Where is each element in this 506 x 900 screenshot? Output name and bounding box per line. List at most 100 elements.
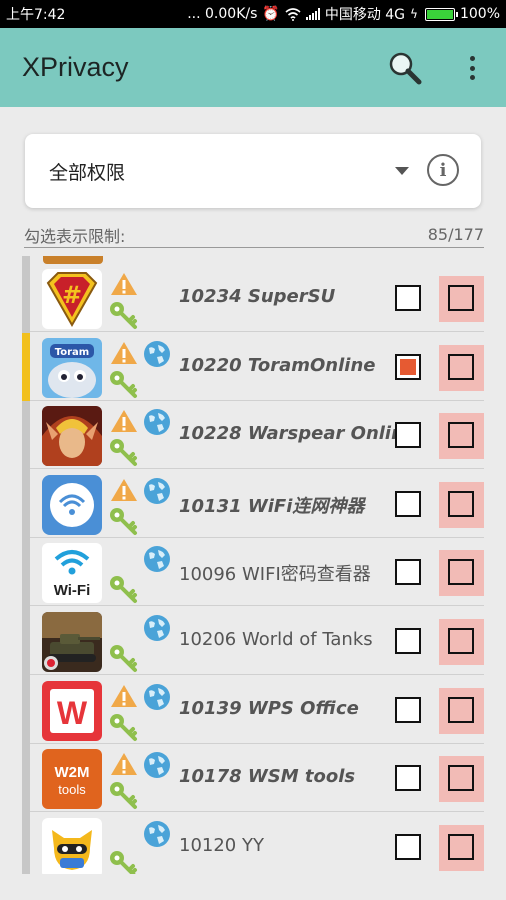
info-icon[interactable]: i	[427, 154, 459, 186]
list-item[interactable]: W 10139 WPS Office	[22, 675, 484, 744]
list-item[interactable]: 10131 WiFi连网神器	[22, 469, 484, 538]
warning-icon	[110, 752, 138, 776]
svg-text:Wi-Fi: Wi-Fi	[54, 582, 91, 599]
row-indicator-bar	[22, 264, 30, 332]
list-header-label: 勾选表示限制:	[24, 226, 126, 246]
key-icon	[108, 780, 138, 810]
app-icon	[42, 406, 102, 467]
restrict-all-checkbox[interactable]	[448, 833, 474, 860]
svg-text:W: W	[57, 695, 88, 731]
app-list[interactable]: #10234 SuperSU Toram 10220 ToramOnline 1022…	[22, 256, 484, 874]
restrict-checkbox[interactable]	[395, 833, 421, 860]
list-item[interactable]: 10120 YY	[22, 812, 484, 874]
app-label[interactable]: 10206 World of Tanks	[179, 629, 373, 650]
restrict-all-checkbox[interactable]	[448, 490, 474, 517]
key-icon	[108, 574, 138, 604]
battery-icon	[424, 7, 458, 21]
row-indicator-bar	[22, 332, 30, 401]
restrict-checkbox[interactable]	[395, 490, 421, 517]
restrict-all-checkbox[interactable]	[448, 559, 474, 586]
warning-icon	[110, 684, 138, 708]
app-label[interactable]: 10131 WiFi连网神器	[179, 492, 364, 518]
app-label[interactable]: 10234 SuperSU	[179, 286, 335, 307]
battery-percent: 100%	[459, 6, 500, 22]
app-label[interactable]: 10120 YY	[179, 835, 264, 856]
charging-icon: ϟ	[410, 7, 418, 21]
app-icon: W	[42, 680, 102, 741]
globe-icon	[143, 340, 171, 368]
row-indicator-bar	[22, 607, 30, 675]
restrict-checkbox[interactable]	[395, 628, 421, 654]
app-label[interactable]: 10096 WIFI密码查看器	[179, 560, 371, 586]
list-item[interactable]: 10228 Warspear Online	[22, 401, 484, 470]
app-icon	[42, 817, 102, 874]
globe-icon	[143, 683, 171, 711]
list-item[interactable]: Wi-Fi 10096 WIFI密码查看器	[22, 538, 484, 607]
restriction-selected: 全部权限	[49, 161, 126, 184]
warning-icon	[110, 409, 138, 433]
list-header-count: 85/177	[427, 225, 484, 244]
globe-icon	[143, 408, 171, 436]
app-icon: W2M tools	[42, 749, 102, 810]
row-indicator-bar	[22, 675, 30, 744]
status-bar: 上午7:42 ... 0.00K/s ⏰ 中国移动 4G ϟ 100%	[0, 0, 506, 28]
key-icon	[108, 369, 138, 399]
restrict-all-checkbox[interactable]	[448, 696, 474, 723]
list-item[interactable]: #10234 SuperSU	[22, 264, 484, 332]
list-header: 勾选表示限制: 85/177	[24, 222, 484, 248]
restrict-checkbox[interactable]	[395, 696, 421, 723]
restrict-all-checkbox[interactable]	[448, 422, 474, 449]
restrict-checkbox[interactable]	[395, 285, 421, 311]
carrier-label: 中国移动 4G	[324, 7, 406, 23]
restrict-checkbox[interactable]	[395, 765, 421, 792]
restriction-spinner[interactable]: 全部权限 i	[25, 134, 481, 208]
partial-row-icon	[43, 256, 103, 264]
row-indicator-bar	[22, 469, 30, 538]
status-right: ... 0.00K/s ⏰ 中国移动 4G ϟ 100%	[187, 4, 500, 24]
app-icon	[42, 612, 102, 672]
key-icon	[108, 300, 138, 330]
dropdown-caret-icon	[395, 167, 409, 175]
restrict-checkbox[interactable]	[395, 422, 421, 449]
key-icon	[108, 506, 138, 536]
globe-icon	[143, 545, 171, 573]
svg-text:W2M: W2M	[55, 764, 90, 781]
alarm-icon: ⏰	[262, 6, 280, 22]
search-icon[interactable]	[387, 50, 423, 86]
list-item[interactable]: Toram 10220 ToramOnline	[22, 332, 484, 401]
restrict-all-checkbox[interactable]	[448, 285, 474, 311]
restrict-all-checkbox[interactable]	[448, 628, 474, 654]
restrict-all-checkbox[interactable]	[448, 353, 474, 380]
app-label[interactable]: 10220 ToramOnline	[179, 355, 375, 376]
list-item[interactable]: W2M tools 10178 WSM tools	[22, 744, 484, 813]
app-bar: XPrivacy	[0, 28, 506, 107]
list-item[interactable]: 10206 World of Tanks	[22, 607, 484, 675]
app-icon: #	[42, 269, 102, 329]
svg-text:tools: tools	[58, 782, 86, 797]
globe-icon	[143, 477, 171, 505]
warning-icon	[110, 272, 138, 296]
restrict-all-checkbox[interactable]	[448, 765, 474, 792]
app-label[interactable]: 10178 WSM tools	[179, 766, 355, 787]
row-indicator-bar	[22, 744, 30, 813]
restrict-checkbox[interactable]	[395, 353, 421, 380]
svg-text:Toram: Toram	[55, 347, 89, 358]
row-indicator-bar	[22, 538, 30, 607]
app-icon: Toram	[42, 337, 102, 398]
app-icon	[42, 474, 102, 535]
app-label[interactable]: 10139 WPS Office	[179, 698, 359, 719]
row-indicator-bar	[22, 401, 30, 470]
app-icon: Wi-Fi	[42, 543, 102, 604]
restrict-checkbox[interactable]	[395, 559, 421, 586]
app-title: XPrivacy	[22, 52, 129, 82]
globe-icon	[143, 751, 171, 779]
more-vert-icon[interactable]	[462, 52, 482, 84]
app-label[interactable]: 10228 Warspear Online	[179, 423, 416, 444]
globe-icon	[143, 614, 171, 642]
row-indicator-bar	[22, 812, 30, 874]
signal-icon	[305, 8, 320, 20]
network-speed: ... 0.00K/s	[187, 6, 258, 22]
key-icon	[108, 712, 138, 742]
warning-icon	[110, 341, 138, 365]
status-time: 上午7:42	[6, 7, 66, 23]
